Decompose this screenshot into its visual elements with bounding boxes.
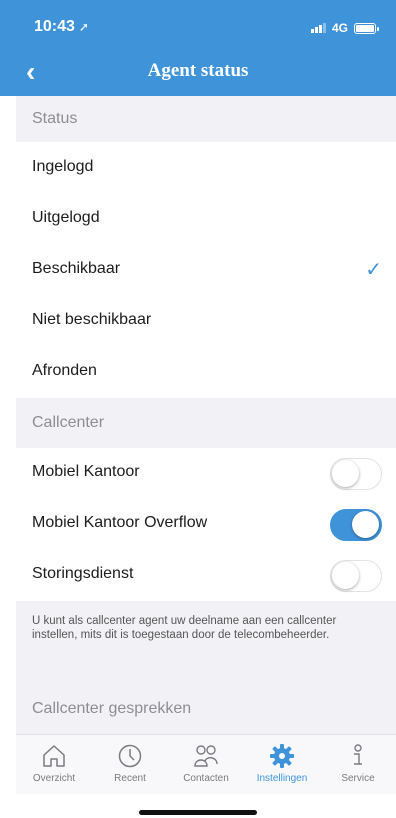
- tab-label: Contacten: [183, 773, 229, 784]
- callcenter-row-storingsdienst: Storingsdienst: [16, 550, 396, 601]
- callcenter-row-label: Mobiel Kantoor: [32, 463, 140, 480]
- page-title: Agent status: [147, 60, 249, 81]
- clock-icon: [118, 744, 142, 768]
- network-label: 4G: [331, 21, 348, 35]
- status-bar: 10:43 ➚ 4G: [0, 0, 396, 52]
- status-option-label: Niet beschikbaar: [32, 311, 152, 328]
- navigation-header: 10:43 ➚ 4G ‹ Agent status: [0, 0, 396, 96]
- status-option-beschikbaar[interactable]: Beschikbaar ✓: [16, 245, 396, 296]
- status-right: 4G: [310, 21, 379, 35]
- gear-icon: [270, 744, 294, 768]
- status-option-label: Beschikbaar: [32, 260, 121, 277]
- battery-icon: [354, 22, 379, 34]
- status-section-header: Status: [16, 96, 396, 142]
- tab-bar: Overzicht Recent Contacten Instellingen …: [16, 734, 396, 794]
- callcenter-row-mobiel-kantoor-overflow: Mobiel Kantoor Overflow: [16, 499, 396, 550]
- toggle-knob: [352, 511, 379, 538]
- tab-instellingen[interactable]: Instellingen: [244, 743, 320, 784]
- status-time: 10:43 ➚: [34, 18, 89, 36]
- callcenter-row-label: Storingsdienst: [32, 565, 134, 582]
- contacts-icon: [194, 745, 218, 767]
- callcenter-section-label: Callcenter: [32, 414, 105, 431]
- callcenter-info-text: U kunt als callcenter agent uw deelname …: [32, 615, 337, 641]
- status-option-ingelogd[interactable]: Ingelogd: [16, 143, 396, 194]
- callcenter-row-mobiel-kantoor: Mobiel Kantoor: [16, 448, 396, 499]
- status-section-label: Status: [32, 110, 78, 127]
- mobiel-kantoor-toggle[interactable]: [330, 458, 382, 490]
- storingsdienst-toggle[interactable]: [330, 560, 382, 592]
- time-text: 10:43: [34, 18, 75, 35]
- tab-label: Instellingen: [256, 773, 308, 784]
- status-option-label: Afronden: [32, 362, 97, 379]
- toggle-knob: [332, 460, 359, 487]
- callcenter-row-label: Mobiel Kantoor Overflow: [32, 514, 208, 531]
- location-arrow-icon: ➚: [78, 20, 89, 34]
- status-option-afronden[interactable]: Afronden: [16, 347, 396, 398]
- info-icon: [354, 744, 362, 765]
- home-indicator: [139, 810, 257, 815]
- tab-service[interactable]: Service: [320, 743, 396, 784]
- status-option-uitgelogd[interactable]: Uitgelogd: [16, 194, 396, 245]
- tab-label: Service: [341, 773, 375, 784]
- status-option-niet-beschikbaar[interactable]: Niet beschikbaar: [16, 296, 396, 347]
- tab-label: Recent: [114, 773, 146, 784]
- tab-overzicht[interactable]: Overzicht: [16, 743, 92, 784]
- tab-recent[interactable]: Recent: [92, 743, 168, 784]
- callcenter-section-header: Callcenter: [16, 398, 396, 448]
- tab-contacten[interactable]: Contacten: [168, 743, 244, 784]
- status-option-label: Uitgelogd: [32, 209, 100, 226]
- toggle-knob: [332, 562, 359, 589]
- gesprekken-section-label: Callcenter gesprekken: [32, 700, 192, 717]
- mobiel-kantoor-overflow-toggle[interactable]: [330, 509, 382, 541]
- checkmark-icon: ✓: [365, 259, 382, 281]
- signal-icon: [310, 23, 326, 33]
- home-icon: [43, 745, 65, 767]
- tab-label: Overzicht: [32, 773, 76, 784]
- status-option-label: Ingelogd: [32, 158, 94, 175]
